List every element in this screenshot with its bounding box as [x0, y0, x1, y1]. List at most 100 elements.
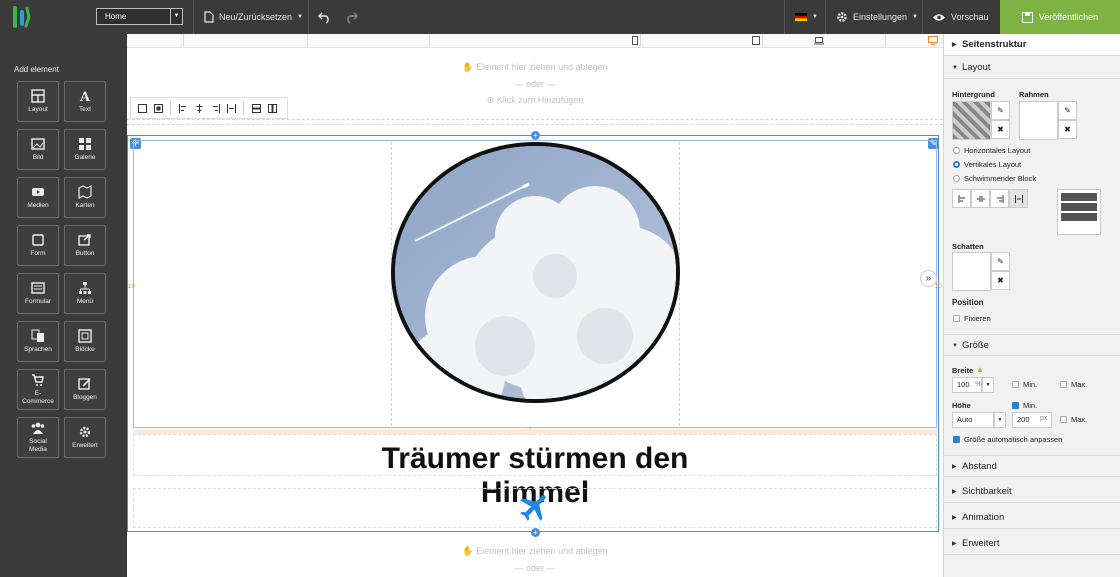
layout-header[interactable]: ▼ Layout — [944, 57, 1120, 79]
element-label: Galerie — [74, 154, 96, 161]
valign-stretch-icon[interactable] — [1009, 189, 1028, 208]
columns-icon[interactable] — [265, 101, 279, 115]
valign-center-icon[interactable] — [971, 189, 990, 208]
spacing-header[interactable]: ▶ Abstand — [944, 455, 1120, 477]
height-min-checkbox[interactable] — [1012, 402, 1019, 409]
add-blocks-button[interactable]: Blöcke — [64, 321, 106, 362]
top-bar: Home ▼ Neu/Zurücksetzen ▼ ▼ Einstellunge… — [0, 0, 1120, 34]
add-advanced-button[interactable]: Erweitert — [64, 417, 106, 458]
chevron-right-icon[interactable]: » — [920, 270, 937, 287]
chevron-down-icon[interactable]: ▼ — [994, 412, 1006, 428]
element-label: Blöcke — [75, 346, 95, 353]
layout-label: Layout — [962, 62, 991, 73]
advanced-icon — [79, 426, 91, 438]
laptop-icon[interactable] — [814, 36, 824, 45]
add-gallery-button[interactable]: Galerie — [64, 129, 106, 170]
border-preview[interactable] — [1019, 101, 1058, 140]
publish-button[interactable]: Veröffentlichen — [1000, 0, 1120, 34]
background-preview[interactable] — [952, 101, 991, 140]
auto-size-checkbox[interactable] — [953, 436, 960, 443]
add-above-icon[interactable]: + — [531, 131, 540, 140]
drop-zone-top[interactable]: ✋ Element hier ziehen und ablegen — [127, 62, 943, 73]
new-reset-button[interactable]: Neu/Zurücksetzen ▼ — [204, 0, 303, 34]
rows-icon[interactable] — [249, 101, 263, 115]
page-select[interactable]: Home ▼ — [96, 8, 183, 25]
divider — [308, 0, 309, 34]
add-layout-button[interactable]: Layout — [17, 81, 59, 122]
edit-border-icon[interactable]: ✎ — [1058, 101, 1077, 120]
cloud-illustration — [395, 146, 676, 399]
edit-shadow-icon[interactable]: ✎ — [991, 252, 1010, 271]
boxed-width-icon[interactable] — [151, 101, 165, 115]
gallery-icon — [79, 138, 91, 150]
add-text-button[interactable]: A Text — [64, 81, 106, 122]
align-right-icon[interactable] — [208, 101, 222, 115]
width-max-checkbox[interactable] — [1060, 381, 1067, 388]
chevron-down-icon[interactable]: ▼ — [170, 9, 182, 24]
device-ruler — [127, 34, 943, 48]
editor-canvas[interactable]: ✋ Element hier ziehen und ablegen — oder… — [127, 34, 943, 577]
full-width-icon[interactable] — [135, 101, 149, 115]
align-left-icon[interactable] — [176, 101, 190, 115]
media-icon — [32, 188, 44, 196]
add-button-button[interactable]: Button — [64, 225, 106, 266]
height-max-checkbox[interactable] — [1060, 416, 1067, 423]
settings-button[interactable]: Einstellungen ▼ — [836, 0, 918, 34]
element-label: Social Media — [29, 438, 47, 453]
map-icon — [78, 185, 92, 199]
edit-background-icon[interactable]: ✎ — [991, 101, 1010, 120]
tablet-icon[interactable] — [752, 36, 760, 45]
size-header[interactable]: ▼ Größe — [944, 334, 1120, 356]
vertical-layout-radio[interactable] — [953, 161, 960, 168]
undo-icon[interactable] — [318, 10, 332, 24]
remove-border-icon[interactable]: ✖ — [1058, 120, 1077, 139]
add-languages-button[interactable]: Sprachen — [17, 321, 59, 362]
add-menu-button[interactable]: Menü — [64, 273, 106, 314]
cloud-image[interactable] — [391, 142, 680, 403]
width-min-checkbox[interactable] — [1012, 381, 1019, 388]
element-label: Medien — [27, 202, 49, 209]
shadow-preview[interactable] — [952, 252, 991, 291]
valign-bottom-icon[interactable] — [990, 189, 1009, 208]
language-selector[interactable]: ▼ — [795, 0, 818, 34]
add-cart-button[interactable]: E- Commerce — [17, 369, 59, 410]
preview-button[interactable]: Vorschau — [932, 0, 989, 34]
chevron-down-icon[interactable]: ▼ — [982, 377, 994, 393]
horizontal-layout-radio[interactable] — [953, 147, 960, 154]
desktop-icon[interactable] — [928, 36, 938, 45]
align-justify-icon[interactable] — [224, 101, 238, 115]
element-label: Layout — [28, 106, 48, 113]
advanced-header[interactable]: ▶ Erweitert — [944, 533, 1120, 555]
remove-background-icon[interactable]: ✖ — [991, 120, 1010, 139]
remove-shadow-icon[interactable]: ✖ — [991, 271, 1010, 290]
element-label: E- Commerce — [22, 390, 54, 405]
element-label: Erweitert — [72, 442, 98, 449]
add-map-button[interactable]: Karten — [64, 177, 106, 218]
divider — [922, 0, 923, 34]
fix-checkbox[interactable] — [953, 315, 960, 322]
mobile-icon[interactable] — [632, 36, 638, 45]
add-social-button[interactable]: Social Media — [17, 417, 59, 458]
airplane-icon[interactable] — [517, 489, 553, 525]
horizontal-layout-label: Horizontales Layout — [964, 146, 1031, 155]
valign-top-icon[interactable] — [952, 189, 971, 208]
add-image-button[interactable]: Bild — [17, 129, 59, 170]
align-center-icon[interactable] — [192, 101, 206, 115]
visibility-header[interactable]: ▶ Sichtbarkeit — [944, 481, 1120, 503]
add-blog-button[interactable]: Bloggen — [64, 369, 106, 410]
structure-header[interactable]: ▶ Seitenstruktur — [944, 34, 1120, 56]
redo-icon[interactable] — [344, 10, 358, 24]
spacing-label-left: 10 — [128, 284, 135, 290]
add-formular-button[interactable]: Formular — [17, 273, 59, 314]
add-element-sidebar: Add element Layout A Text Bild Galerie Medien… — [0, 34, 127, 577]
drop-zone-bottom[interactable]: ✋ Element hier ziehen und ablegen — [127, 546, 943, 557]
height-input[interactable]: Auto — [952, 412, 994, 428]
add-media-button[interactable]: Medien — [17, 177, 59, 218]
divider — [784, 0, 785, 34]
add-below-icon[interactable]: + — [531, 528, 540, 537]
floating-block-radio[interactable] — [953, 175, 960, 182]
divider — [825, 0, 826, 34]
animation-header[interactable]: ▶ Animation — [944, 507, 1120, 529]
add-form-button[interactable]: Form — [17, 225, 59, 266]
or-text: — oder — — [514, 79, 556, 89]
